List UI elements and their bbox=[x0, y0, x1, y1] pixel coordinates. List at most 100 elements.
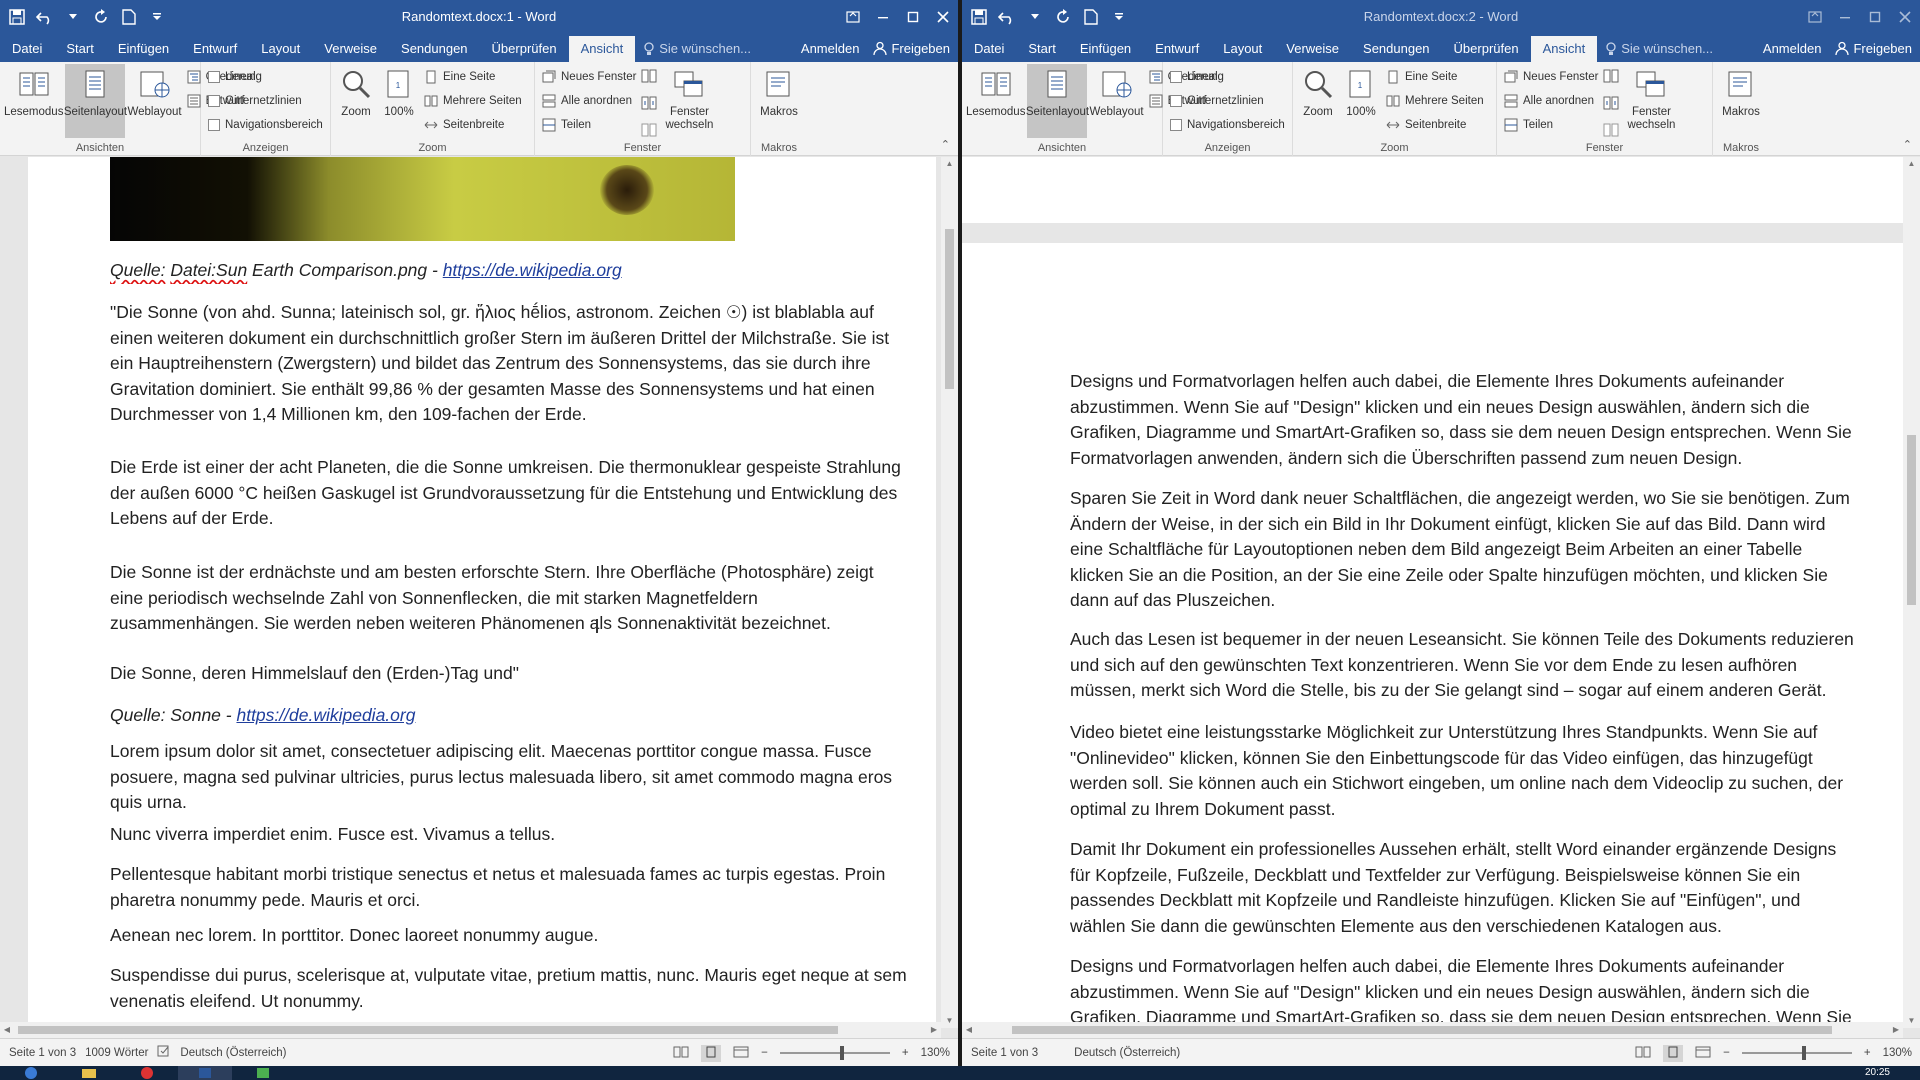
navigationsbereich-checkbox[interactable]: Navigationsbereich bbox=[1167, 114, 1288, 136]
scroll-right-icon[interactable]: ▶ bbox=[1889, 1022, 1903, 1038]
app-icon[interactable] bbox=[236, 1066, 290, 1080]
scroll-thumb[interactable] bbox=[18, 1026, 838, 1034]
language[interactable]: Deutsch (Österreich) bbox=[180, 1047, 286, 1059]
read-mode-icon[interactable] bbox=[1635, 1046, 1651, 1061]
sign-in-link[interactable]: Anmelden bbox=[1763, 41, 1822, 56]
seitenlayout-button[interactable]: Seitenlayout bbox=[1026, 64, 1089, 138]
reset-window-position-icon[interactable] bbox=[641, 122, 657, 143]
tab-einfuegen[interactable]: Einfügen bbox=[106, 36, 181, 62]
word-icon[interactable] bbox=[178, 1066, 232, 1080]
tab-layout[interactable]: Layout bbox=[1211, 36, 1274, 62]
page-count[interactable]: Seite 1 von 3 bbox=[9, 1047, 76, 1059]
lesemodus-button[interactable]: Lesemodus bbox=[4, 64, 63, 138]
navigationsbereich-checkbox[interactable]: Navigationsbereich bbox=[205, 114, 326, 136]
lineal-checkbox[interactable]: Lineal bbox=[205, 66, 326, 88]
scroll-right-icon[interactable]: ▶ bbox=[927, 1022, 941, 1038]
tab-einfuegen[interactable]: Einfügen bbox=[1068, 36, 1143, 62]
print-layout-icon[interactable] bbox=[1663, 1044, 1684, 1062]
chevron-down-icon[interactable] bbox=[62, 6, 84, 28]
tell-me-box[interactable]: Sie wünschen... bbox=[643, 36, 751, 62]
proofing-icon[interactable] bbox=[157, 1045, 171, 1060]
minimize-icon[interactable] bbox=[1830, 0, 1860, 34]
zoom-slider-knob[interactable] bbox=[839, 1046, 844, 1060]
vertical-scrollbar[interactable]: ▲ ▼ bbox=[1903, 157, 1920, 1028]
undo-icon[interactable] bbox=[996, 6, 1018, 28]
zoom-out-icon[interactable]: − bbox=[761, 1047, 768, 1059]
tab-start[interactable]: Start bbox=[54, 36, 105, 62]
zoom-slider-knob[interactable] bbox=[1801, 1046, 1806, 1060]
seitenbreite-button[interactable]: Seitenbreite bbox=[421, 114, 525, 136]
save-icon[interactable] bbox=[6, 6, 28, 28]
side-by-side-icon[interactable] bbox=[1603, 68, 1619, 89]
minimize-icon[interactable] bbox=[868, 0, 898, 34]
page-count[interactable]: Seite 1 von 3 bbox=[971, 1047, 1038, 1059]
scroll-left-icon[interactable]: ◀ bbox=[962, 1022, 976, 1038]
share-button[interactable]: Freigeben bbox=[1835, 41, 1912, 56]
weblayout-button[interactable]: Weblayout bbox=[1089, 64, 1144, 138]
share-button[interactable]: Freigeben bbox=[873, 41, 950, 56]
tab-datei[interactable]: Datei bbox=[0, 36, 54, 62]
wikipedia-link[interactable]: https://de.wikipedia.org bbox=[236, 705, 415, 725]
web-layout-icon[interactable] bbox=[733, 1046, 749, 1061]
zoom-slider[interactable] bbox=[1741, 1046, 1852, 1060]
close-icon[interactable] bbox=[928, 0, 958, 34]
zoom-in-icon[interactable]: + bbox=[1864, 1047, 1871, 1059]
zoom-100-button[interactable]: 1 100% bbox=[379, 64, 419, 138]
vertical-scrollbar[interactable]: ▲ ▼ bbox=[941, 157, 958, 1028]
scroll-up-icon[interactable]: ▲ bbox=[1903, 157, 1920, 171]
start-icon[interactable] bbox=[4, 1066, 58, 1080]
ribbon-display-options-icon[interactable] bbox=[838, 0, 868, 34]
horizontal-scrollbar[interactable]: ◀ ▶ bbox=[962, 1022, 1903, 1038]
zoom-100-button[interactable]: 1 100% bbox=[1341, 64, 1381, 138]
zoom-slider[interactable] bbox=[779, 1046, 890, 1060]
tab-sendungen[interactable]: Sendungen bbox=[1351, 36, 1442, 62]
zoom-level[interactable]: 130% bbox=[1883, 1047, 1912, 1059]
tab-datei[interactable]: Datei bbox=[962, 36, 1016, 62]
document-icon[interactable] bbox=[1080, 6, 1102, 28]
tab-entwurf[interactable]: Entwurf bbox=[1143, 36, 1211, 62]
side-by-side-icon[interactable] bbox=[641, 68, 657, 89]
tab-ansicht[interactable]: Ansicht bbox=[1530, 36, 1598, 62]
scroll-down-icon[interactable]: ▼ bbox=[1903, 1014, 1920, 1028]
customize-qat-icon[interactable] bbox=[1108, 6, 1130, 28]
tab-ueberpruefen[interactable]: Überprüfen bbox=[480, 36, 569, 62]
wikipedia-link[interactable]: https://de.wikipedia.org bbox=[443, 260, 622, 280]
scroll-left-icon[interactable]: ◀ bbox=[0, 1022, 14, 1038]
eine-seite-button[interactable]: Eine Seite bbox=[421, 66, 525, 88]
neues-fenster-button[interactable]: Neues Fenster bbox=[539, 66, 639, 88]
neues-fenster-button[interactable]: Neues Fenster bbox=[1501, 66, 1601, 88]
tab-verweise[interactable]: Verweise bbox=[312, 36, 389, 62]
redo-icon[interactable] bbox=[1052, 6, 1074, 28]
tab-start[interactable]: Start bbox=[1016, 36, 1067, 62]
undo-icon[interactable] bbox=[34, 6, 56, 28]
scroll-down-icon[interactable]: ▼ bbox=[941, 1014, 958, 1028]
weblayout-button[interactable]: Weblayout bbox=[127, 64, 182, 138]
print-layout-icon[interactable] bbox=[701, 1044, 722, 1062]
maximize-icon[interactable] bbox=[1860, 0, 1890, 34]
mehrere-seiten-button[interactable]: Mehrere Seiten bbox=[421, 90, 525, 112]
tab-layout[interactable]: Layout bbox=[249, 36, 312, 62]
collapse-ribbon-icon[interactable]: ⌃ bbox=[1903, 138, 1912, 151]
chevron-down-icon[interactable] bbox=[1024, 6, 1046, 28]
alle-anordnen-button[interactable]: Alle anordnen bbox=[539, 90, 639, 112]
zoom-button[interactable]: Zoom bbox=[335, 64, 377, 138]
language[interactable]: Deutsch (Österreich) bbox=[1074, 1047, 1180, 1059]
collapse-ribbon-icon[interactable]: ⌃ bbox=[941, 138, 950, 151]
fenster-wechseln-button[interactable]: Fenster wechseln bbox=[1621, 64, 1681, 138]
teilen-button[interactable]: Teilen bbox=[539, 114, 639, 136]
browser-icon[interactable] bbox=[120, 1066, 174, 1080]
save-icon[interactable] bbox=[968, 6, 990, 28]
synchronous-scrolling-icon[interactable] bbox=[641, 95, 657, 116]
mehrere-seiten-button[interactable]: Mehrere Seiten bbox=[1383, 90, 1487, 112]
gitternetzlinien-checkbox[interactable]: Gitternetzlinien bbox=[205, 90, 326, 112]
zoom-button[interactable]: Zoom bbox=[1297, 64, 1339, 138]
reset-window-position-icon[interactable] bbox=[1603, 122, 1619, 143]
zoom-in-icon[interactable]: + bbox=[902, 1047, 909, 1059]
lesemodus-button[interactable]: Lesemodus bbox=[966, 64, 1025, 138]
tab-entwurf[interactable]: Entwurf bbox=[181, 36, 249, 62]
alle-anordnen-button[interactable]: Alle anordnen bbox=[1501, 90, 1601, 112]
seitenlayout-button[interactable]: Seitenlayout bbox=[64, 64, 127, 138]
tab-ansicht[interactable]: Ansicht bbox=[568, 36, 636, 62]
seitenbreite-button[interactable]: Seitenbreite bbox=[1383, 114, 1487, 136]
scroll-thumb[interactable] bbox=[945, 229, 954, 389]
